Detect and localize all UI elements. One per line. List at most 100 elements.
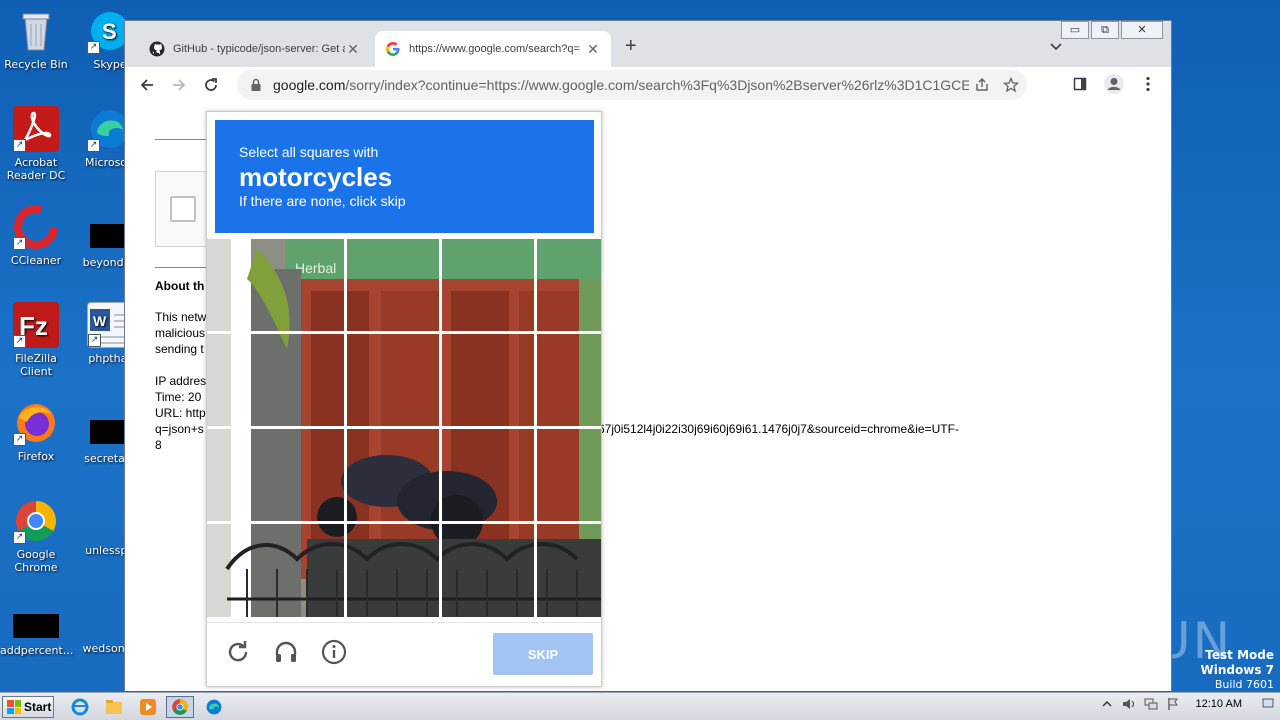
toolbar-right-actions [1067, 71, 1161, 97]
desktop-icon-ccleaner[interactable]: ↗ CCleaner [0, 204, 72, 267]
tray-expand-icon[interactable] [1100, 697, 1114, 711]
recycle-bin-icon [13, 8, 59, 54]
action-center-flag-icon[interactable] [1166, 697, 1180, 711]
taskbar-clock[interactable]: 12:10 AM [1196, 698, 1242, 710]
desktop-icon-label: Google Chrome [14, 548, 58, 574]
headphones-icon[interactable] [271, 637, 301, 667]
sign-text: Herbal [295, 260, 336, 276]
github-icon [149, 41, 165, 57]
chevron-down-icon[interactable] [1049, 39, 1063, 53]
shortcut-arrow-icon: ↗ [13, 335, 26, 348]
desktop-icon-label: Recycle Bin [4, 58, 68, 71]
menu-kebab-icon[interactable] [1135, 71, 1161, 97]
profile-avatar-icon[interactable] [1101, 71, 1127, 97]
info-line-time: Time: 20 [155, 390, 202, 404]
challenge-footer: SKIP [207, 622, 601, 686]
bookmark-star-icon[interactable] [995, 77, 1027, 93]
tab-github[interactable]: GitHub - typicode/json-server: Get a ✕ [139, 31, 371, 67]
challenge-image-grid[interactable]: Herbal [207, 239, 601, 617]
shortcut-arrow-icon: ↗ [13, 433, 26, 446]
minimize-button[interactable]: ▭ [1061, 21, 1089, 39]
test-mode-line1: Test Mode [1205, 648, 1274, 662]
new-tab-button[interactable]: + [625, 35, 637, 58]
info-icon[interactable] [319, 637, 349, 667]
tab-title: https://www.google.com/search?q= [409, 43, 580, 55]
grid-line [207, 331, 601, 334]
grid-line [207, 521, 601, 524]
not-a-robot-checkbox[interactable] [170, 196, 196, 222]
firefox-icon: ↗ [13, 400, 59, 446]
start-button[interactable]: Start [2, 696, 54, 718]
google-icon [385, 41, 401, 57]
back-button[interactable] [133, 71, 161, 99]
url-path: /sorry/index?continue=https://www.google… [345, 77, 969, 93]
taskbar: Start 12:10 AM [0, 692, 1280, 720]
shortcut-arrow-icon: ↗ [13, 139, 26, 152]
lock-icon[interactable] [249, 78, 263, 92]
chrome-icon: ↗ [13, 498, 59, 544]
desktop-icon-filezilla[interactable]: Fz ↗ FileZilla Client [0, 302, 72, 378]
close-window-button[interactable]: ✕ [1121, 21, 1163, 39]
svg-text:S: S [102, 19, 117, 44]
reload-icon [205, 78, 217, 91]
forward-arrow-icon [173, 79, 186, 91]
desktop-icon-recycle-bin[interactable]: Recycle Bin [0, 8, 72, 71]
test-mode-notice: Test Mode Windows 7 Build 7601 [1201, 648, 1274, 692]
window-controls: ▭ ⧉ ✕ [1061, 21, 1163, 39]
browser-toolbar: google.com/sorry/index?continue=https://… [125, 67, 1171, 103]
volume-icon[interactable] [1122, 697, 1136, 711]
desktop-icon-label: Firefox [17, 450, 55, 463]
shortcut-arrow-icon: ↗ [87, 139, 100, 152]
show-desktop-icon[interactable] [1262, 697, 1274, 711]
share-icon[interactable] [969, 78, 995, 92]
test-mode-line3: Build 7601 [1214, 678, 1274, 691]
tab-strip: GitHub - typicode/json-server: Get a ✕ h… [125, 21, 1171, 67]
taskbar-media-player-icon[interactable] [134, 696, 162, 718]
shortcut-arrow-icon: ↗ [13, 237, 26, 250]
info-line-ip: IP addres [155, 374, 207, 388]
desktop-icon-label: CCleaner [10, 254, 62, 267]
reload-challenge-icon[interactable] [223, 637, 253, 667]
taskbar-chrome-icon[interactable] [166, 696, 194, 718]
desktop-icon-chrome[interactable]: ↗ Google Chrome [0, 498, 72, 574]
grid-line [207, 426, 601, 429]
about-text-line: This netw [155, 310, 207, 324]
side-panel-icon[interactable] [1067, 71, 1093, 97]
url-text[interactable]: google.com/sorry/index?continue=https://… [273, 77, 969, 93]
about-text-line: sending t [155, 342, 204, 356]
forward-button[interactable] [165, 71, 193, 99]
taskbar-edge-icon[interactable] [200, 696, 228, 718]
recaptcha-challenge: Select all squares with motorcycles If t… [206, 111, 602, 687]
ccleaner-icon: ↗ [13, 204, 59, 250]
shortcut-arrow-icon: ↗ [88, 334, 101, 347]
test-mode-line2: Windows 7 [1200, 663, 1274, 677]
desktop-icon-label: Skype [93, 58, 127, 71]
taskbar-ie-icon[interactable] [66, 696, 94, 718]
desktop-icon-label: addpercent... [0, 644, 74, 657]
url-host: google.com [273, 77, 346, 93]
back-arrow-icon [140, 79, 153, 91]
reload-button[interactable] [197, 71, 225, 99]
info-line-query: q=json+s [155, 422, 204, 436]
close-tab-icon[interactable]: ✕ [585, 41, 601, 58]
address-bar[interactable]: google.com/sorry/index?continue=https://… [237, 70, 1027, 100]
network-icon[interactable] [1144, 697, 1158, 711]
challenge-instruction: Select all squares with [239, 144, 379, 160]
desktop-icon-firefox[interactable]: ↗ Firefox [0, 400, 72, 463]
restore-button[interactable]: ⧉ [1091, 21, 1119, 39]
svg-text:W: W [93, 313, 107, 329]
skip-button[interactable]: SKIP [493, 633, 593, 675]
challenge-header: Select all squares with motorcycles If t… [215, 120, 594, 233]
close-tab-icon[interactable]: ✕ [345, 41, 361, 58]
challenge-hint: If there are none, click skip [239, 193, 406, 209]
shortcut-arrow-icon: ↗ [87, 41, 100, 54]
taskbar-explorer-icon[interactable] [100, 696, 128, 718]
desktop-icon-addpercent[interactable]: addpercent... [0, 604, 74, 657]
acrobat-icon: ↗ [13, 106, 59, 152]
shortcut-arrow-icon: ↗ [13, 531, 26, 544]
tab-google-search[interactable]: https://www.google.com/search?q= ✕ [375, 31, 611, 67]
info-url-tail2: 8 [155, 438, 162, 452]
desktop-icon-acrobat[interactable]: ↗ Acrobat Reader DC [0, 106, 72, 182]
start-label: Start [24, 700, 52, 714]
info-line-url: URL: http [155, 406, 206, 420]
